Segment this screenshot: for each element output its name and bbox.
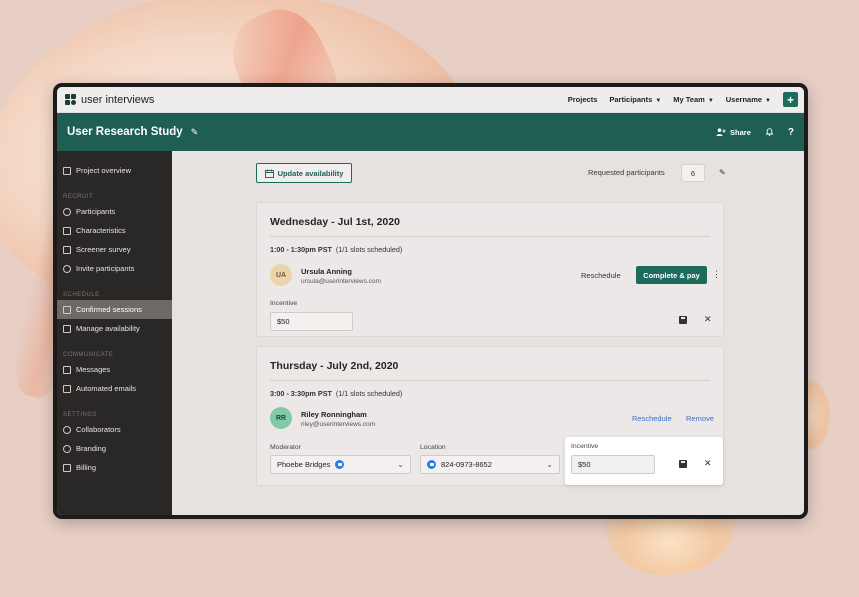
envelope-icon — [63, 384, 71, 393]
sidebar-section-recruit: RECRUIT — [63, 194, 94, 200]
more-options-icon[interactable]: ⋮ — [712, 269, 721, 280]
participant-name: Riley Ronningham — [301, 410, 367, 419]
location-label: Location — [420, 444, 446, 451]
sidebar-section-communicate: COMMUNICATE — [63, 352, 114, 358]
palette-icon — [63, 444, 71, 453]
session-time: 3:00 - 3:30pm PST (1/1 slots scheduled) — [270, 389, 403, 398]
sidebar: Project overview RECRUIT Participants Ch… — [57, 151, 172, 515]
close-icon[interactable]: ✕ — [704, 314, 712, 325]
calendar-check-icon — [63, 305, 71, 314]
document-icon — [63, 166, 71, 175]
app-screen: user interviews Projects Participants ▼ M… — [57, 87, 804, 515]
id-card-icon — [63, 226, 71, 235]
chevron-down-icon: ⌄ — [546, 460, 553, 469]
share-button[interactable]: Share — [716, 128, 751, 137]
chevron-down-icon: ⌄ — [397, 460, 404, 469]
participant-email: riley@userinterviews.com — [301, 421, 376, 428]
sidebar-item-characteristics[interactable]: Characteristics — [57, 221, 172, 240]
zoom-icon — [335, 460, 345, 469]
location-select[interactable]: 824-0973-8652 ⌄ — [420, 455, 560, 474]
sidebar-item-screener-survey[interactable]: Screener survey — [57, 240, 172, 259]
sidebar-item-collaborators[interactable]: Collaborators — [57, 420, 172, 439]
zoom-icon — [427, 460, 436, 469]
sidebar-item-automated-emails[interactable]: Automated emails — [57, 379, 172, 398]
divider — [270, 380, 710, 381]
add-person-icon — [716, 128, 726, 136]
people-icon — [63, 425, 71, 434]
nav-my-team[interactable]: My Team ▼ — [673, 95, 714, 104]
requested-participants-value[interactable]: 6 — [681, 164, 705, 182]
incentive-input[interactable]: $50 — [571, 455, 655, 474]
avatar: RR — [270, 407, 292, 429]
incentive-input[interactable]: $50 — [270, 312, 353, 331]
avatar: UA — [270, 264, 292, 286]
header-actions: Share ? — [716, 127, 794, 138]
person-icon — [63, 207, 71, 216]
edit-pencil-icon[interactable]: ✎ — [719, 168, 726, 177]
add-button[interactable]: + — [783, 92, 798, 107]
nav-username[interactable]: Username ▼ — [726, 95, 771, 104]
reschedule-link[interactable]: Reschedule — [632, 414, 672, 423]
participant-email: ursula@userinterviews.com — [301, 278, 381, 285]
sidebar-item-invite-participants[interactable]: Invite participants — [57, 259, 172, 278]
session-card: Thursday - July 2nd, 2020 3:00 - 3:30pm … — [256, 346, 724, 486]
location-value: 824-0973-8652 — [441, 460, 492, 469]
caret-down-icon: ▼ — [655, 98, 662, 104]
caret-down-icon: ▼ — [765, 98, 771, 104]
sidebar-item-project-overview[interactable]: Project overview — [57, 161, 172, 180]
nav-menu: Projects Participants ▼ My Team ▼ Username… — [568, 92, 798, 107]
sidebar-item-messages[interactable]: Messages — [57, 360, 172, 379]
sidebar-item-billing[interactable]: Billing — [57, 458, 172, 477]
content-area: Project overview RECRUIT Participants Ch… — [57, 151, 804, 515]
sidebar-item-branding[interactable]: Branding — [57, 439, 172, 458]
moderator-label: Moderator — [270, 444, 301, 451]
envelope-icon — [63, 365, 71, 374]
sidebar-item-participants[interactable]: Participants — [57, 202, 172, 221]
logo-text: user interviews — [81, 93, 155, 106]
app-window: user interviews Projects Participants ▼ M… — [53, 83, 808, 519]
update-availability-label: Update availability — [277, 168, 344, 178]
study-header: User Research Study ✎ Share ? — [57, 113, 804, 151]
nav-participants[interactable]: Participants ▼ — [609, 95, 661, 104]
bell-icon[interactable] — [765, 127, 774, 138]
page-title: User Research Study — [67, 126, 183, 138]
main-content: Update availability Requested participan… — [172, 151, 804, 515]
clipboard-icon — [63, 245, 71, 254]
plus-circle-icon — [63, 264, 71, 273]
credit-card-icon — [63, 463, 71, 472]
moderator-value: Phoebe Bridges — [277, 460, 331, 469]
incentive-label: Incentive — [270, 300, 298, 307]
sidebar-item-manage-availability[interactable]: Manage availability — [57, 319, 172, 338]
session-date: Thursday - July 2nd, 2020 — [270, 360, 399, 372]
edit-title-icon[interactable]: ✎ — [191, 127, 199, 138]
close-icon[interactable]: ✕ — [704, 458, 712, 469]
requested-participants-label: Requested participants — [588, 168, 665, 177]
session-card: Wednesday - Jul 1st, 2020 1:00 - 1:30pm … — [256, 202, 724, 337]
caret-down-icon: ▼ — [707, 98, 714, 104]
nav-projects[interactable]: Projects — [568, 95, 598, 104]
sidebar-item-confirmed-sessions[interactable]: Confirmed sessions — [57, 300, 172, 319]
incentive-label: Incentive — [571, 443, 599, 450]
save-icon[interactable] — [679, 316, 687, 324]
moderator-select[interactable]: Phoebe Bridges ⌄ — [270, 455, 411, 474]
participant-name: Ursula Anning — [301, 267, 352, 276]
save-icon[interactable] — [679, 460, 687, 468]
sidebar-section-schedule: SCHEDULE — [63, 292, 100, 298]
divider — [270, 236, 710, 237]
help-icon[interactable]: ? — [788, 127, 794, 138]
complete-pay-button[interactable]: Complete & pay — [636, 266, 707, 284]
top-nav: user interviews Projects Participants ▼ M… — [57, 87, 804, 113]
incentive-popover: Incentive $50 ✕ — [565, 437, 723, 485]
update-availability-button[interactable]: Update availability — [256, 163, 352, 183]
session-date: Wednesday - Jul 1st, 2020 — [270, 216, 400, 228]
calendar-icon — [63, 324, 71, 333]
session-time: 1:00 - 1:30pm PST (1/1 slots scheduled) — [270, 245, 403, 254]
calendar-icon — [264, 169, 274, 178]
logo[interactable]: user interviews — [65, 93, 155, 106]
share-label: Share — [730, 127, 751, 137]
reschedule-button[interactable]: Reschedule — [581, 271, 621, 280]
logo-icon — [65, 93, 77, 106]
remove-link[interactable]: Remove — [686, 414, 714, 423]
sidebar-section-settings: SETTINGS — [63, 412, 98, 418]
